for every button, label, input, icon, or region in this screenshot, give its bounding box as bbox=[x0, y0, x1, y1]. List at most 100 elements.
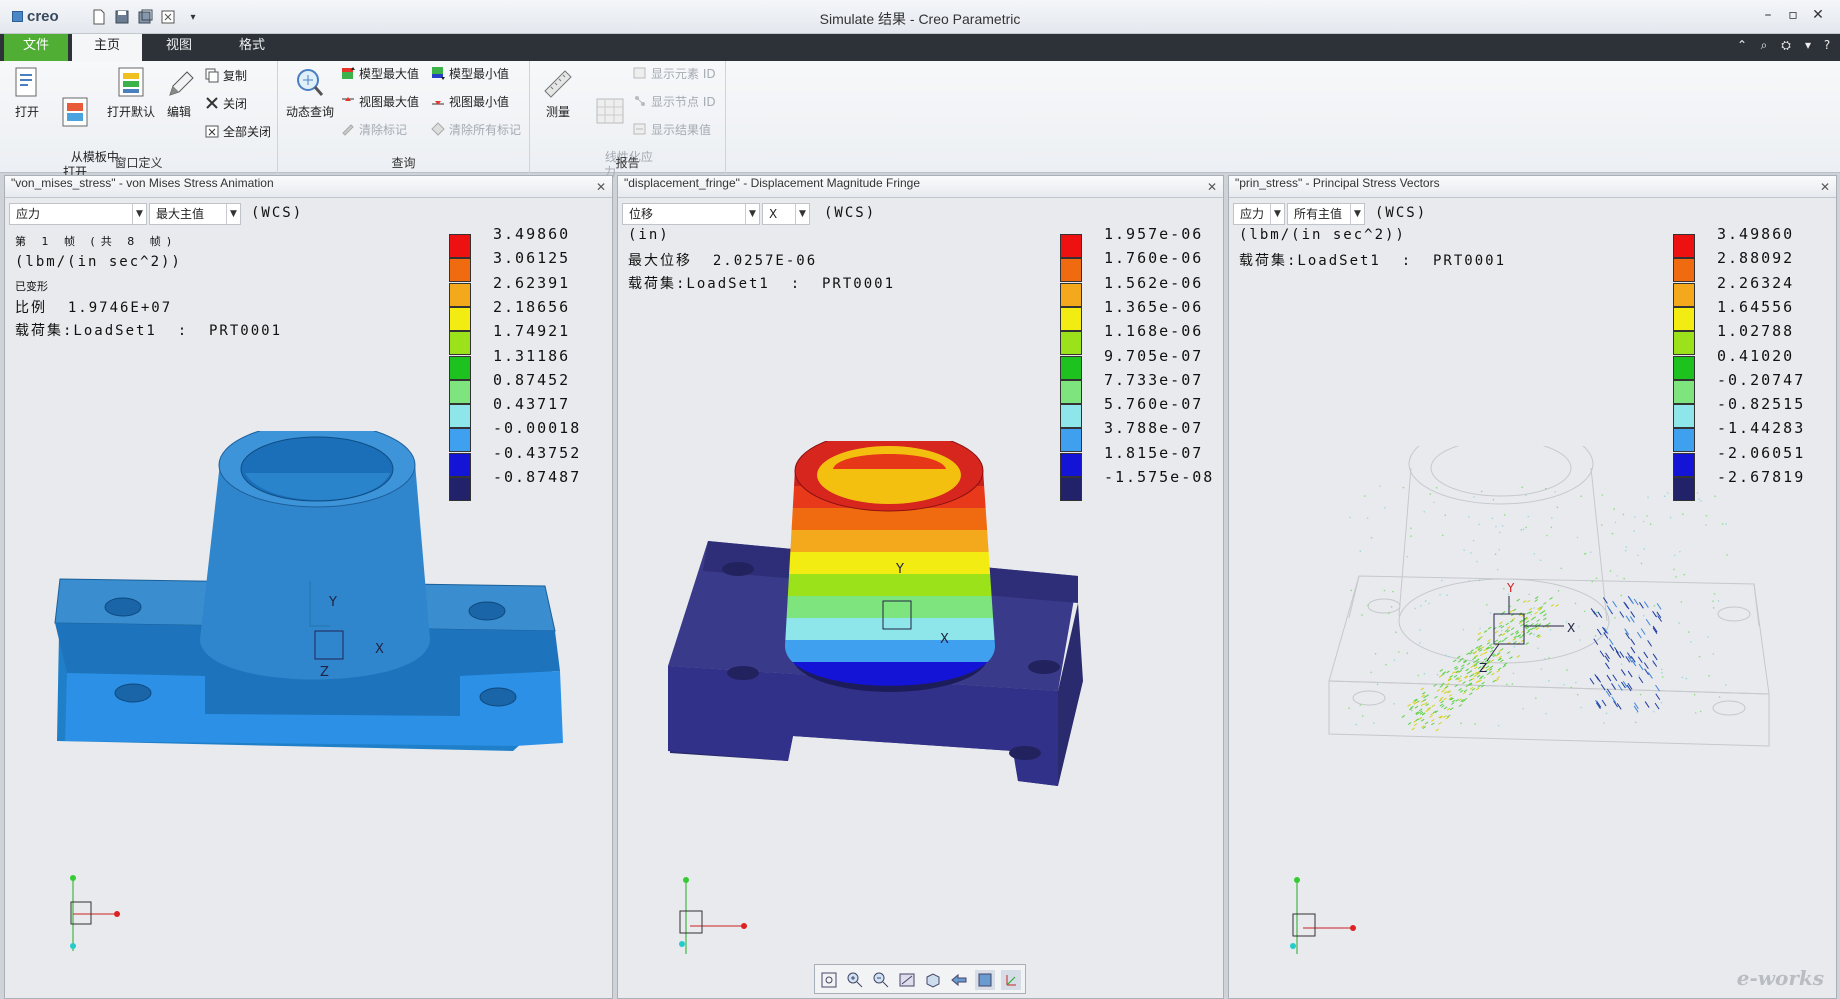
repaint-icon[interactable] bbox=[897, 970, 917, 990]
edit-button[interactable]: 编辑 bbox=[160, 65, 198, 120]
measure-button[interactable]: 测量 bbox=[536, 65, 580, 120]
pane-principal-stress[interactable]: "prin_stress" - Principal Stress Vectors… bbox=[1228, 175, 1837, 999]
pane-von-mises[interactable]: "von_mises_stress" - von Mises Stress An… bbox=[4, 175, 613, 999]
component-dropdown[interactable]: 所有主值 ▼ bbox=[1287, 203, 1365, 225]
element-id-icon bbox=[632, 65, 648, 81]
close-button[interactable]: ✕ bbox=[1807, 7, 1829, 27]
copy-button[interactable]: 复制 bbox=[204, 65, 247, 87]
legend-value: 1.760e-06 bbox=[1104, 249, 1204, 268]
group-window-definition: 打开 从模板中 打开 打开默认 编辑 复制 关闭 全部关闭 窗口定义 bbox=[0, 61, 278, 179]
legend-value: 1.02788 bbox=[1717, 322, 1795, 341]
result-values-icon bbox=[632, 121, 648, 137]
minimize-button[interactable]: – bbox=[1757, 7, 1779, 27]
quantity-dropdown[interactable]: 应力 ▼ bbox=[9, 203, 147, 225]
show-result-values-button[interactable]: 显示结果值 bbox=[632, 119, 711, 141]
close-all-icon bbox=[204, 123, 220, 139]
legend-swatch bbox=[1673, 355, 1695, 380]
quantity-dropdown[interactable]: 应力 ▼ bbox=[1233, 203, 1285, 225]
open-button[interactable]: 打开 bbox=[8, 65, 46, 120]
help-icon[interactable]: ? bbox=[1818, 38, 1836, 56]
show-element-id-button[interactable]: 显示元素 ID bbox=[632, 63, 716, 85]
refit-icon[interactable] bbox=[819, 970, 839, 990]
chevron-down-icon: ▼ bbox=[1350, 204, 1364, 224]
tab-file[interactable]: 文件 bbox=[4, 34, 68, 61]
clear-all-tags-button[interactable]: 清除所有标记 bbox=[430, 119, 521, 141]
view-min-button[interactable]: 视图最小值 bbox=[430, 91, 509, 113]
loadset-label: 载荷集:LoadSet1 : PRT0001 bbox=[1239, 253, 1507, 269]
pane-close-icon[interactable]: ✕ bbox=[596, 176, 606, 198]
legend-value: 0.43717 bbox=[493, 395, 571, 414]
wcs-label: (WCS) bbox=[824, 205, 877, 221]
svg-text:Y: Y bbox=[1506, 581, 1515, 595]
tab-view[interactable]: 视图 bbox=[148, 34, 210, 61]
open-default-button[interactable]: 打开默认 bbox=[104, 65, 158, 120]
view-manager-icon[interactable] bbox=[949, 970, 969, 990]
view-max-button[interactable]: 视图最大值 bbox=[340, 91, 419, 113]
view-min-icon bbox=[430, 93, 446, 109]
quantity-dropdown[interactable]: 位移 ▼ bbox=[622, 203, 760, 225]
collapse-ribbon-icon[interactable]: ⌃ bbox=[1733, 38, 1751, 56]
saved-views-icon[interactable] bbox=[923, 970, 943, 990]
node-id-icon bbox=[632, 93, 648, 109]
zoom-in-icon[interactable] bbox=[845, 970, 865, 990]
save-icon[interactable] bbox=[113, 8, 131, 26]
tab-format[interactable]: 格式 bbox=[220, 34, 284, 61]
principal-stress-wireframe-model[interactable]: Y X Z bbox=[1289, 446, 1789, 826]
pane-close-icon[interactable]: ✕ bbox=[1207, 176, 1217, 198]
svg-text:Y: Y bbox=[328, 595, 337, 610]
show-node-id-button[interactable]: 显示节点 ID bbox=[632, 91, 716, 113]
search-icon[interactable]: ⌕ bbox=[1755, 38, 1773, 56]
template-icon bbox=[58, 95, 92, 131]
close-all-button[interactable]: 全部关闭 bbox=[204, 121, 271, 143]
learning-icon[interactable]: ⛭ bbox=[1777, 38, 1795, 56]
component-dropdown[interactable]: X ▼ bbox=[762, 203, 810, 225]
component-dropdown[interactable]: 最大主值 ▼ bbox=[149, 203, 241, 225]
clear-tags-button[interactable]: 清除标记 bbox=[340, 119, 407, 141]
legend-swatch bbox=[1060, 258, 1082, 283]
save-as-icon[interactable] bbox=[136, 8, 154, 26]
max-displacement-label: 最大位移 2.0257E-06 bbox=[628, 253, 818, 269]
model-min-button[interactable]: 模型最小值 bbox=[430, 63, 509, 85]
legend-value: 1.74921 bbox=[493, 322, 571, 341]
maximize-button[interactable]: ▫ bbox=[1782, 7, 1804, 27]
group-query: 动态查询 模型最大值 模型最小值 视图最大值 视图最小值 清除标记 清除所有标记… bbox=[278, 61, 530, 173]
pane-close-icon[interactable]: ✕ bbox=[1820, 176, 1830, 198]
legend-swatch bbox=[1060, 282, 1082, 307]
zoom-out-icon[interactable] bbox=[871, 970, 891, 990]
pane-displacement[interactable]: "displacement_fringe" - Displacement Mag… bbox=[617, 175, 1224, 999]
close-window-icon[interactable] bbox=[159, 8, 177, 26]
legend-swatch bbox=[449, 306, 471, 331]
legend-swatch bbox=[1673, 404, 1695, 429]
legend-value: 3.06125 bbox=[493, 249, 571, 268]
legend-value: 2.18656 bbox=[493, 297, 571, 316]
displacement-fringe-model[interactable]: Y X bbox=[658, 441, 1178, 821]
tab-home[interactable]: 主页 bbox=[72, 34, 142, 61]
legend-swatch bbox=[449, 379, 471, 404]
pane-title: "von_mises_stress" - von Mises Stress An… bbox=[5, 176, 612, 198]
legend-value: 9.705e-07 bbox=[1104, 346, 1204, 365]
legend-value: -0.82515 bbox=[1717, 395, 1806, 414]
pane-title: "prin_stress" - Principal Stress Vectors bbox=[1229, 176, 1836, 198]
display-style-icon[interactable] bbox=[975, 970, 995, 990]
new-file-icon[interactable] bbox=[90, 8, 108, 26]
svg-text:X: X bbox=[940, 632, 949, 647]
legend-value: 1.168e-06 bbox=[1104, 322, 1204, 341]
customize-dropdown-icon[interactable]: ▾ bbox=[184, 8, 202, 26]
csys-display-icon[interactable] bbox=[1001, 970, 1021, 990]
units-label: (lbm/(in sec^2)) bbox=[15, 254, 182, 270]
view-max-icon bbox=[340, 93, 356, 109]
clear-all-tags-icon bbox=[430, 121, 446, 137]
options-dropdown-icon[interactable]: ▾ bbox=[1799, 38, 1817, 56]
wcs-label: (WCS) bbox=[1375, 205, 1428, 221]
dynamic-query-button[interactable]: 动态查询 bbox=[284, 65, 336, 120]
model-max-button[interactable]: 模型最大值 bbox=[340, 63, 419, 85]
group-label-query: 查询 bbox=[391, 156, 416, 170]
svg-text:X: X bbox=[375, 642, 384, 657]
title-bar: creo ▾ Simulate 结果 - Creo Parametric – ▫… bbox=[0, 0, 1840, 34]
legend-swatch bbox=[449, 282, 471, 307]
legend-value: 1.64556 bbox=[1717, 297, 1795, 316]
deformed-part-model[interactable]: Y X Z bbox=[45, 431, 565, 851]
close-pane-button[interactable]: 关闭 bbox=[204, 93, 247, 115]
legend-swatch bbox=[449, 234, 471, 258]
legend-swatch bbox=[449, 404, 471, 429]
